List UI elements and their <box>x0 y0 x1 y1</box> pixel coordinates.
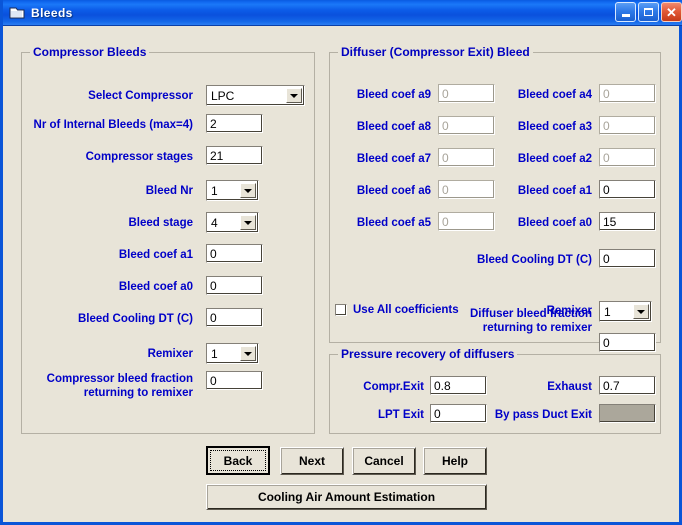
diffuser-bleed-fraction-input[interactable]: 0 <box>599 333 656 352</box>
diffuser-coef-a4-input: 0 <box>599 84 656 103</box>
label-lpt-exit: LPT Exit <box>377 409 424 421</box>
diffuser-coef-a2-input: 0 <box>599 148 656 167</box>
label-bleed-coef-a1: Bleed coef a1 <box>118 249 193 261</box>
label-diffuser-coef-a4: Bleed coef a4 <box>517 89 592 101</box>
group-compressor-bleeds-legend: Compressor Bleeds <box>30 45 150 59</box>
diffuser-coef-a3-input: 0 <box>599 116 656 135</box>
cooling-air-amount-estimation-button[interactable]: Cooling Air Amount Estimation <box>206 484 487 510</box>
chevron-down-icon[interactable] <box>240 215 256 230</box>
help-button-label: Help <box>441 454 468 468</box>
use-all-coefficients-checkbox[interactable] <box>335 304 347 316</box>
back-button[interactable]: Back <box>206 446 270 475</box>
label-compr-exit: Compr.Exit <box>363 381 424 393</box>
remixer-combo[interactable]: 1 <box>206 343 259 364</box>
title-bar[interactable]: Bleeds ✕ <box>3 0 682 26</box>
chevron-down-icon[interactable] <box>240 346 256 361</box>
diffuser-coef-a9-input: 0 <box>438 84 495 103</box>
diffuser-coef-a8-input: 0 <box>438 116 495 135</box>
chevron-down-icon[interactable] <box>286 88 302 103</box>
help-button[interactable]: Help <box>423 447 487 475</box>
lpt-exit-input[interactable]: 0 <box>430 404 487 423</box>
diffuser-cooling-dt-input[interactable]: 0 <box>599 249 656 268</box>
label-bleed-nr: Bleed Nr <box>145 185 193 197</box>
label-diffuser-coef-a7: Bleed coef a7 <box>356 153 431 165</box>
label-diffuser-coef-a3: Bleed coef a3 <box>517 121 592 133</box>
label-diffuser-cooling-dt: Bleed Cooling DT (C) <box>477 254 592 266</box>
label-diffuser-bleed-fraction: Diffuser bleed fraction returning to rem… <box>432 307 592 335</box>
chevron-down-icon[interactable] <box>633 304 649 319</box>
label-diffuser-coef-a9: Bleed coef a9 <box>356 89 431 101</box>
client-area: Compressor Bleeds Select Compressor LPC … <box>3 26 679 522</box>
bleed-coef-a1-input[interactable]: 0 <box>206 244 263 263</box>
next-button[interactable]: Next <box>280 447 344 475</box>
select-compressor-combo[interactable]: LPC <box>206 85 305 106</box>
label-diffuser-coef-a6: Bleed coef a6 <box>356 185 431 197</box>
window-title: Bleeds <box>31 5 73 20</box>
diffuser-coef-a0-input[interactable]: 15 <box>599 212 656 231</box>
compressor-stages-input[interactable]: 21 <box>206 146 263 165</box>
back-button-label: Back <box>223 453 253 468</box>
bleed-stage-combo[interactable]: 4 <box>206 212 259 233</box>
close-icon[interactable]: ✕ <box>661 2 682 22</box>
compr-exit-input[interactable]: 0.8 <box>430 376 487 395</box>
label-diffuser-coef-a5: Bleed coef a5 <box>356 217 431 229</box>
label-compressor-bleed-fraction-line2: returning to remixer <box>83 387 193 399</box>
cancel-button[interactable]: Cancel <box>352 447 416 475</box>
label-bleed-stage: Bleed stage <box>128 217 193 229</box>
next-button-label: Next <box>298 454 325 468</box>
group-pressure-recovery-legend: Pressure recovery of diffusers <box>338 347 518 361</box>
bleed-coef-a0-input[interactable]: 0 <box>206 276 263 295</box>
label-nr-internal-bleeds: Nr of Internal Bleeds (max=4) <box>33 119 193 131</box>
label-compressor-bleed-fraction: Compressor bleed fraction returning to r… <box>31 372 193 400</box>
label-diffuser-coef-a0: Bleed coef a0 <box>517 217 592 229</box>
label-diffuser-bleed-fraction-line1: Diffuser bleed fraction <box>469 308 592 320</box>
window-folder-icon <box>9 6 25 20</box>
diffuser-remixer-combo[interactable]: 1 <box>599 301 652 322</box>
label-bypass-duct-exit: By pass Duct Exit <box>494 409 592 421</box>
label-compressor-stages: Compressor stages <box>85 151 193 163</box>
label-compressor-bleed-fraction-line1: Compressor bleed fraction <box>46 373 193 385</box>
bypass-duct-exit-input <box>599 404 656 423</box>
label-diffuser-coef-a2: Bleed coef a2 <box>517 153 592 165</box>
diffuser-coef-a5-input: 0 <box>438 212 495 231</box>
diffuser-coef-a7-input: 0 <box>438 148 495 167</box>
maximize-icon[interactable] <box>638 2 659 22</box>
window-controls: ✕ <box>615 2 682 22</box>
label-diffuser-coef-a1: Bleed coef a1 <box>517 185 592 197</box>
nr-internal-bleeds-input[interactable]: 2 <box>206 114 263 133</box>
cancel-button-label: Cancel <box>364 454 404 468</box>
minimize-icon[interactable] <box>615 2 636 22</box>
label-exhaust: Exhaust <box>547 381 592 393</box>
bleed-nr-combo[interactable]: 1 <box>206 180 259 201</box>
bleeds-window: Bleeds ✕ Compressor Bleeds Select Compre… <box>0 0 682 525</box>
chevron-down-icon[interactable] <box>240 183 256 198</box>
exhaust-input[interactable]: 0.7 <box>599 376 656 395</box>
cooling-air-amount-estimation-label: Cooling Air Amount Estimation <box>257 490 436 504</box>
label-remixer: Remixer <box>147 348 193 360</box>
label-select-compressor: Select Compressor <box>88 90 193 102</box>
bleed-cooling-dt-input[interactable]: 0 <box>206 308 263 327</box>
label-diffuser-bleed-fraction-line2: returning to remixer <box>482 322 592 334</box>
label-diffuser-coef-a8: Bleed coef a8 <box>356 121 431 133</box>
label-bleed-coef-a0: Bleed coef a0 <box>118 281 193 293</box>
label-bleed-cooling-dt: Bleed Cooling DT (C) <box>78 313 193 325</box>
diffuser-coef-a6-input: 0 <box>438 180 495 199</box>
diffuser-coef-a1-input[interactable]: 0 <box>599 180 656 199</box>
compressor-bleed-fraction-input[interactable]: 0 <box>206 371 263 390</box>
group-diffuser-bleed-legend: Diffuser (Compressor Exit) Bleed <box>338 45 533 59</box>
